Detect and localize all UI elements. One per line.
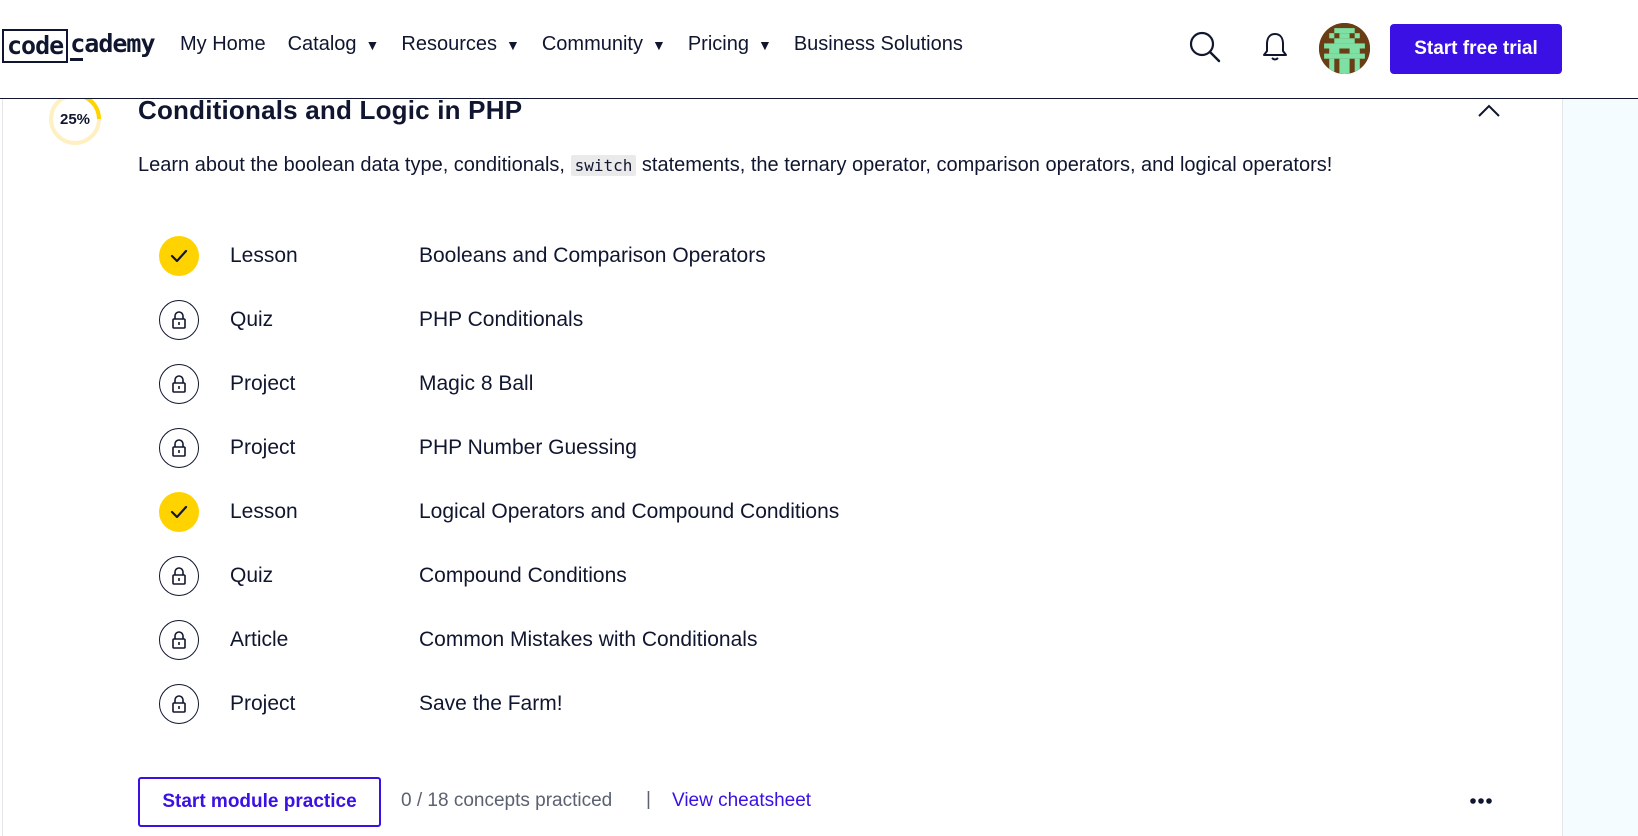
logo-code-box: code: [2, 29, 69, 63]
content-item-title[interactable]: Logical Operators and Compound Condition…: [419, 500, 839, 524]
content-item[interactable]: Lesson Booleans and Comparison Operators: [159, 224, 1459, 288]
content-item-title[interactable]: Compound Conditions: [419, 564, 627, 588]
progress-percent: 25%: [59, 110, 91, 128]
caret-down-icon: ▼: [365, 36, 380, 53]
lock-icon: [159, 620, 199, 660]
lock-icon: [159, 556, 199, 596]
footer-separator: |: [646, 789, 651, 810]
nav-catalog[interactable]: Catalog ▼: [288, 33, 380, 56]
content-item-title[interactable]: Magic 8 Ball: [419, 372, 533, 396]
module-title: Conditionals and Logic in PHP: [138, 95, 523, 125]
content-item[interactable]: Project PHP Number Guessing: [159, 416, 1459, 480]
codecademy-logo[interactable]: code cademy: [2, 29, 156, 63]
content-item-type: Quiz: [230, 564, 274, 587]
search-icon[interactable]: [1188, 30, 1222, 64]
logo-cademy-text: cademy: [68, 29, 156, 63]
content-item-type: Lesson: [230, 500, 298, 523]
content-item-type: Project: [230, 372, 296, 395]
card-left-border: [2, 98, 3, 836]
nav-pricing-label: Pricing: [687, 33, 749, 55]
lock-icon: [159, 428, 199, 468]
more-options-icon[interactable]: [1468, 791, 1494, 811]
nav-resources[interactable]: Resources ▼: [401, 33, 519, 56]
content-item[interactable]: Lesson Logical Operators and Compound Con…: [159, 480, 1459, 544]
code-chip-switch: switch: [570, 155, 637, 176]
nav-community-label: Community: [541, 33, 643, 55]
nav-catalog-label: Catalog: [287, 33, 357, 55]
content-item-type: Lesson: [230, 244, 298, 267]
nav-my-home-label: My Home: [180, 33, 266, 55]
checkmark-icon: [159, 492, 199, 532]
content-item[interactable]: Project Magic 8 Ball: [159, 352, 1459, 416]
module-content-list: Lesson Booleans and Comparison Operators Q…: [159, 224, 1459, 736]
logo-rest-text: cademy: [70, 29, 155, 58]
content-item[interactable]: Quiz Compound Conditions: [159, 544, 1459, 608]
content-item-title[interactable]: Common Mistakes with Conditionals: [419, 628, 757, 652]
content-item[interactable]: Quiz PHP Conditionals: [159, 288, 1459, 352]
nav-resources-label: Resources: [401, 33, 497, 55]
view-cheatsheet-link[interactable]: View cheatsheet: [672, 790, 811, 812]
nav-business-solutions[interactable]: Business Solutions: [794, 33, 963, 56]
concepts-practiced-count: 0 / 18 concepts practiced: [401, 790, 613, 811]
start-module-practice-button[interactable]: Start module practice: [138, 777, 381, 827]
module-progress-ring: 25%: [47, 91, 103, 147]
bell-icon[interactable]: [1258, 30, 1292, 64]
nav-my-home[interactable]: My Home: [180, 33, 266, 56]
top-navigation: code cademy My Home Catalog ▼ Resources ▼ …: [0, 0, 1638, 99]
logo-cursor: [70, 58, 84, 61]
content-item-type: Project: [230, 692, 296, 715]
lock-icon: [159, 300, 199, 340]
content-item[interactable]: Project Save the Farm!: [159, 672, 1459, 736]
module-description-text: statements, the ternary operator, compar…: [636, 154, 1333, 176]
caret-down-icon: ▼: [505, 36, 520, 53]
nav-community[interactable]: Community ▼: [542, 33, 666, 56]
content-item-title[interactable]: Booleans and Comparison Operators: [419, 244, 766, 268]
avatar-pixel-art: [1319, 23, 1370, 74]
content-item-type: Project: [230, 436, 296, 459]
module-description: Learn about the boolean data type, condi…: [138, 154, 1332, 177]
content-item-title[interactable]: PHP Number Guessing: [419, 436, 637, 460]
content-item-type: Quiz: [230, 308, 274, 331]
content-item-title[interactable]: PHP Conditionals: [419, 308, 583, 332]
avatar[interactable]: [1319, 23, 1370, 74]
chevron-up-icon[interactable]: [1476, 98, 1502, 124]
nav-business-solutions-label: Business Solutions: [793, 33, 963, 55]
lock-icon: [159, 684, 199, 724]
nav-pricing[interactable]: Pricing ▼: [688, 33, 772, 56]
content-item[interactable]: Article Common Mistakes with Conditionals: [159, 608, 1459, 672]
content-item-title[interactable]: Save the Farm!: [419, 692, 563, 716]
module-description-text: Learn about the boolean data type, condi…: [138, 154, 571, 176]
caret-down-icon: ▼: [757, 36, 772, 53]
lock-icon: [159, 364, 199, 404]
right-gutter: [1562, 0, 1638, 836]
checkmark-icon: [159, 236, 199, 276]
caret-down-icon: ▼: [651, 36, 666, 53]
content-item-type: Article: [230, 628, 289, 651]
main-nav: My Home Catalog ▼ Resources ▼ Community ▼ P…: [180, 33, 985, 56]
start-free-trial-button[interactable]: Start free trial: [1390, 24, 1562, 74]
